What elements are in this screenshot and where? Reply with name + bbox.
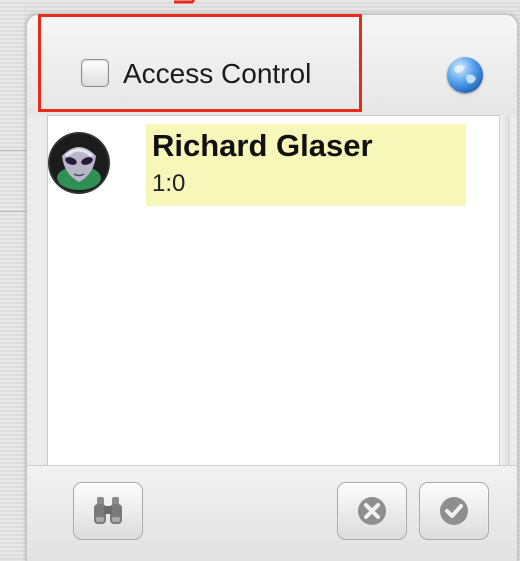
list-item[interactable]: Richard Glaser 1:0 — [48, 124, 488, 206]
access-control-label[interactable]: Access Control — [123, 59, 311, 89]
checkmark-icon — [440, 497, 468, 525]
search-button[interactable] — [73, 482, 143, 540]
remove-icon — [358, 497, 386, 525]
alien-avatar-icon — [50, 134, 108, 192]
accept-button[interactable] — [419, 482, 489, 540]
annotation-arrow-tip — [174, 0, 196, 4]
remove-button[interactable] — [337, 482, 407, 540]
background-window — [0, 0, 24, 556]
user-list[interactable]: Richard Glaser 1:0 — [47, 115, 500, 467]
list-scroll-edge — [499, 115, 510, 465]
bottom-toolbar — [27, 465, 517, 561]
access-control-checkbox[interactable] — [81, 59, 109, 87]
access-panel: Access Control Richard Glaser 1:0 — [26, 14, 518, 561]
user-name: Richard Glaser — [152, 128, 373, 163]
globe-icon[interactable] — [447, 57, 483, 93]
user-subtitle: 1:0 — [152, 170, 186, 197]
binoculars-icon — [94, 497, 122, 524]
